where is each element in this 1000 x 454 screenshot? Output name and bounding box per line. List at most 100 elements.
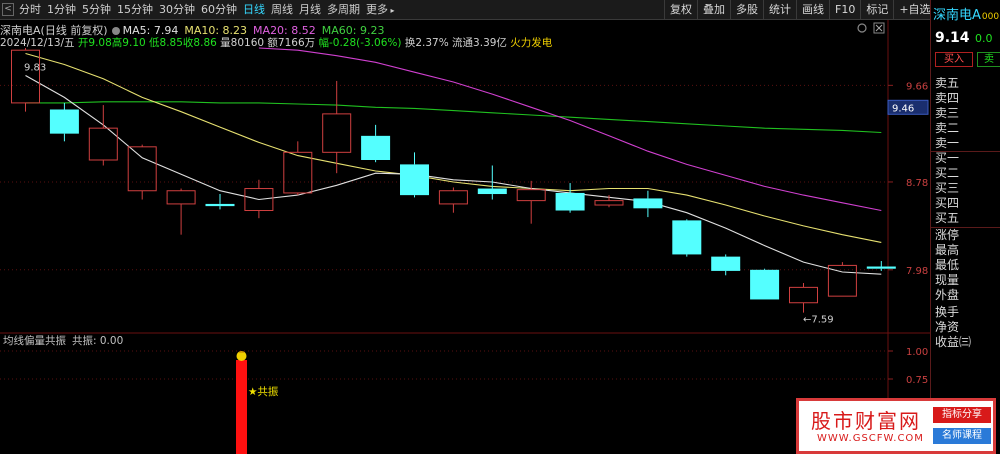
chart-header-ma: 深南电A(日线 前复权) MA5: 7.94 MA10: 8.23 MA20: 8.5…: [0, 22, 384, 37]
candle-body: [205, 203, 235, 207]
stat-label: 收益㈢: [935, 335, 972, 349]
candle: [672, 219, 702, 257]
candle: [555, 183, 585, 213]
indicator-axis-label: 1.00: [906, 347, 928, 358]
sell-button[interactable]: 卖: [977, 52, 1000, 67]
timeframe-tab[interactable]: 日线: [240, 0, 268, 20]
resonance-marker-label: ★共振: [248, 385, 279, 398]
close-icon-x: [875, 24, 883, 32]
watermark-url: WWW.GSCFW.COM: [817, 433, 924, 444]
stat-label: 净资: [935, 320, 960, 334]
stat-label: 外盘: [935, 288, 960, 302]
chart-tools: 复权叠加多股统计画线F10标记+自选返回: [664, 0, 969, 20]
candle: [88, 105, 118, 166]
candle-body: [866, 266, 896, 269]
timeframe-tab[interactable]: 1分钟: [44, 0, 79, 20]
quote-amount: 额7166万: [267, 37, 316, 49]
settings-icon[interactable]: [857, 23, 867, 33]
candle: [205, 194, 235, 210]
orderbook-level: 买四: [935, 196, 960, 210]
stat-label: 涨停: [935, 228, 960, 242]
close-icon[interactable]: [873, 22, 885, 34]
timeframe-tab[interactable]: 月线: [296, 0, 324, 20]
toolbar-button[interactable]: 多股: [730, 0, 763, 20]
ma5-line: [25, 75, 882, 275]
buy-button[interactable]: 买入: [935, 52, 973, 67]
orderbook-level: 卖三: [935, 106, 960, 120]
candle-body: [750, 269, 780, 300]
candle: [827, 262, 857, 297]
candle-body: [400, 164, 429, 196]
quote-panel-title: 深南电A000: [933, 4, 999, 23]
candle: [49, 102, 79, 142]
toolbar-button[interactable]: 叠加: [697, 0, 730, 20]
orderbook-level: 买三: [935, 181, 960, 195]
quote-float-cap: 流通3.39亿: [452, 37, 507, 49]
watermark-site-name: 股市财富网: [811, 409, 921, 433]
kline-chart[interactable]: 9.66 8.78 7.98 9.83 ←7.59 9.46 均线偏量共振 共振: 0.00 1…: [0, 20, 930, 454]
stock-code: 000: [981, 12, 1000, 22]
quote-date: 2024/12/13/五: [0, 37, 75, 49]
candle: [438, 187, 468, 213]
timeframe-tab[interactable]: 多周期: [324, 0, 363, 20]
high-price-label: 9.83: [24, 63, 46, 74]
kline-chart-area[interactable]: 9.66 8.78 7.98 9.83 ←7.59 9.46 均线偏量共振 共振: 0.00 1…: [0, 20, 930, 454]
price-axis-label: 9.66: [906, 81, 928, 92]
settings-dot-icon[interactable]: [111, 27, 120, 35]
current-price-tag-label: 9.46: [892, 103, 914, 114]
candle-body: [438, 190, 468, 205]
timeframe-tabs: 分时 1分钟 5分钟 15分钟 30分钟 60分钟 日线 周线 月线 多周期 更多: [16, 0, 398, 20]
timeframe-tab[interactable]: 60分钟: [198, 0, 240, 20]
toolbar-button[interactable]: 复权: [664, 0, 697, 20]
settings-icon-shape: [857, 23, 867, 33]
timeframe-tab[interactable]: 5分钟: [79, 0, 114, 20]
price-axis-label: 7.98: [906, 266, 928, 277]
candle: [322, 80, 352, 174]
quote-turnover: 换2.37%: [404, 37, 449, 49]
toolbar-button[interactable]: 画线: [796, 0, 829, 20]
candle-body: [361, 135, 391, 160]
toolbar-button[interactable]: 标记: [860, 0, 893, 20]
orderbook-level: 买五: [935, 211, 960, 225]
candle: [11, 48, 40, 112]
candle-body: [672, 220, 702, 255]
timeframe-tab[interactable]: 分时: [16, 0, 44, 20]
stat-label: 最低: [935, 258, 960, 272]
candle: [477, 165, 507, 200]
quote-low: 低8.85: [149, 37, 183, 49]
candle-body: [516, 189, 546, 202]
quote-volume: 量80160: [220, 37, 265, 49]
candle-body: [322, 113, 352, 153]
watermark-tag-indicators: 指标分享: [933, 407, 991, 423]
candle: [711, 254, 741, 276]
candle: [594, 195, 624, 208]
candle: [127, 144, 157, 200]
stat-label: 最高: [935, 243, 960, 257]
candle: [283, 141, 313, 196]
money-bag-icon: [236, 351, 247, 361]
timeframe-tab[interactable]: 15分钟: [114, 0, 156, 20]
price-change-pct: 0.0: [975, 32, 993, 45]
indicator-title: 均线偏量共振 共振: 0.00: [3, 334, 123, 347]
candle-body: [633, 198, 663, 209]
timeframe-tab[interactable]: 30分钟: [156, 0, 198, 20]
ma60-line: [25, 101, 882, 134]
candle-body: [789, 286, 818, 304]
last-price: 9.14: [935, 30, 970, 46]
orderbook-level: 卖二: [935, 121, 960, 135]
collapse-left-button[interactable]: <: [2, 3, 14, 16]
quote-high: 高9.10: [111, 37, 146, 49]
candle: [166, 188, 196, 235]
timeframe-tab[interactable]: 更多: [363, 0, 398, 20]
orderbook-level: 卖一: [935, 136, 960, 150]
candle-body: [11, 49, 40, 104]
site-watermark-logo: 股市财富网 WWW.GSCFW.COM 指标分享 名师课程: [796, 398, 996, 454]
indicator-axis-label: 0.75: [906, 375, 928, 386]
low-price-label: ←7.59: [803, 315, 834, 326]
toolbar-button[interactable]: F10: [829, 0, 860, 20]
timeframe-tab[interactable]: 周线: [268, 0, 296, 20]
candle: [633, 190, 663, 218]
orderbook-level: 卖五: [935, 76, 960, 90]
quote-panel: 深南电A000 9.14 0.0 买入 卖 卖五 卖四 卖三 卖二 卖一 买一 买二 买三 买四…: [930, 0, 1000, 454]
toolbar-button[interactable]: 统计: [763, 0, 796, 20]
